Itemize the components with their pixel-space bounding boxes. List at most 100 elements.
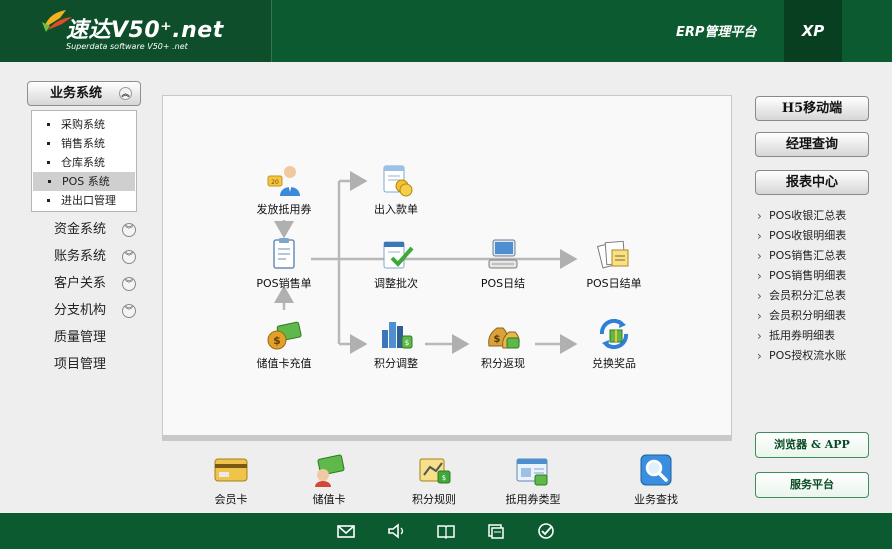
browser-app-button[interactable]: 浏览器 & APP [755,432,869,458]
nav-item-branches[interactable]: 分支机构 ︾ [54,301,136,321]
report-link[interactable]: POS收银汇总表 [756,206,886,226]
nav-item-projects[interactable]: 项目管理 [54,355,136,375]
money-bags-icon: $ [488,327,520,349]
voucher-type-button[interactable]: 抵用券类型 [488,453,578,507]
report-list: POS收银汇总表 POS收银明细表 POS销售汇总表 POS销售明细表 会员积分… [756,206,886,366]
submenu-item-purchase[interactable]: 采购系统 [32,115,136,134]
mail-icon[interactable] [336,521,356,541]
business-search-button[interactable]: 业务查找 [611,453,701,507]
logo-subtitle: Superdata software V50+ .net [66,42,188,51]
quick-access-bar: 会员卡 储值卡 $ 积分规则 抵用券类型 业务查找 [162,436,732,513]
node-label: 调整批次 [374,277,418,290]
nav-item-label: 分支机构 [54,303,107,318]
node-pos-daily[interactable]: POS日结 [460,236,546,291]
svg-text:$: $ [405,339,409,347]
report-link[interactable]: 会员积分明细表 [756,306,886,326]
quick-item-label: 积分规则 [412,493,456,506]
business-submenu: 采购系统 销售系统 仓库系统 POS 系统 进出口管理 [31,110,137,212]
report-link[interactable]: POS授权流水账 [756,346,886,366]
node-label: POS日结 [480,277,526,290]
node-label: 出入款单 [374,203,418,216]
node-label: 积分返现 [481,357,525,370]
manager-query-button[interactable]: 经理查询 [755,132,869,157]
refresh-gift-icon [599,318,629,350]
check-circle-icon[interactable] [536,521,556,541]
service-platform-button[interactable]: 服务平台 [755,472,869,498]
node-issue-voucher[interactable]: 20 发放抵用券 [241,162,327,217]
chevron-up-icon[interactable]: ︽ [119,87,132,100]
business-system-button[interactable]: 业务系统 ︽ [27,81,141,106]
nav-item-label: 质量管理 [54,330,107,345]
clipboard-icon [273,238,295,269]
submenu-item-pos[interactable]: POS 系统 [33,172,135,191]
node-label: 积分调整 [374,357,418,370]
submenu-item-sales[interactable]: 销售系统 [32,134,136,153]
svg-text:20: 20 [271,179,279,186]
city-chart-icon: $ [382,322,413,349]
chevron-down-icon[interactable]: ︾ [122,304,136,318]
node-adjust-batch[interactable]: 调整批次 [353,236,439,291]
member-card-icon [214,458,248,482]
speaker-icon[interactable] [386,521,406,541]
report-link[interactable]: 抵用券明细表 [756,326,886,346]
window-icon[interactable] [486,521,506,541]
submenu-item-warehouse[interactable]: 仓库系统 [32,153,136,172]
node-pos-sale[interactable]: POS销售单 [241,236,327,291]
node-pos-daily-bill[interactable]: POS日结单 [571,236,657,291]
header-bar: 速达V50⁺.net Superdata software V50+ .net … [0,0,892,62]
node-redeem-prize[interactable]: 兑换奖品 [571,316,657,371]
submenu-item-import-export[interactable]: 进出口管理 [32,191,136,210]
chevron-down-icon[interactable]: ︾ [122,223,136,237]
nav-item-quality[interactable]: 质量管理 [54,328,136,348]
quick-item-label: 业务查找 [634,493,678,506]
svg-text:$: $ [442,474,446,482]
chevron-down-icon[interactable]: ︾ [122,277,136,291]
edition-badge[interactable]: XP [784,0,842,62]
node-points-adjust[interactable]: $ 积分调整 [353,316,439,371]
nav-item-label: 客户关系 [54,276,107,291]
quick-item-label: 抵用券类型 [505,493,561,506]
node-label: POS销售单 [256,277,312,290]
quick-item-label: 会员卡 [214,493,248,506]
money-card-icon: $ [267,321,302,350]
node-card-recharge[interactable]: $ 储值卡充值 [241,316,327,371]
logo-title: 速达V50⁺.net [66,18,224,43]
documents-icon [597,240,629,269]
node-cash-in-out[interactable]: 出入款单 [353,162,439,217]
report-center-button[interactable]: 报表中心 [755,170,869,195]
nav-item-crm[interactable]: 客户关系 ︾ [54,274,136,294]
node-label: POS日结单 [586,277,642,290]
magnifier-icon [640,454,672,486]
report-link[interactable]: 会员积分汇总表 [756,286,886,306]
svg-text:$: $ [494,334,501,345]
nav-item-label: 资金系统 [54,222,107,237]
business-system-label: 业务系统 [50,86,103,101]
check-document-icon [383,241,414,269]
computer-icon [488,239,518,269]
right-panel: H5移动端 经理查询 报表中心 POS收银汇总表 POS收银明细表 POS销售汇… [740,62,892,513]
nav-item-label: 账务系统 [54,249,107,264]
person-voucher-icon: 20 [267,166,300,196]
node-label: 发放抵用券 [256,203,312,216]
chevron-down-icon[interactable]: ︾ [122,250,136,264]
h5-mobile-button[interactable]: H5移动端 [755,96,869,121]
report-link[interactable]: POS收银明细表 [756,226,886,246]
book-icon[interactable] [436,521,456,541]
stored-value-card-button[interactable]: 储值卡 [284,453,374,507]
report-link[interactable]: POS销售汇总表 [756,246,886,266]
nav-item-label: 项目管理 [54,357,107,372]
report-link[interactable]: POS销售明细表 [756,266,886,286]
nav-item-accounting[interactable]: 账务系统 ︾ [54,247,136,267]
stored-value-card-icon [315,454,345,487]
node-points-cashback[interactable]: $ 积分返现 [460,316,546,371]
svg-text:$: $ [273,334,281,347]
voucher-type-icon [516,458,548,486]
workflow-panel: 20 发放抵用券 POS销售单 $ 储值卡充值 出入款单 调整批次 $ 积分调整… [162,95,732,436]
points-rule-icon: $ [419,458,451,484]
footer-bar [0,513,892,549]
node-label: 储值卡充值 [256,357,312,370]
logo-area: 速达V50⁺.net Superdata software V50+ .net [0,0,272,62]
member-card-button[interactable]: 会员卡 [186,453,276,507]
points-rule-button[interactable]: $ 积分规则 [389,453,479,507]
nav-item-funds[interactable]: 资金系统 ︾ [54,220,136,240]
